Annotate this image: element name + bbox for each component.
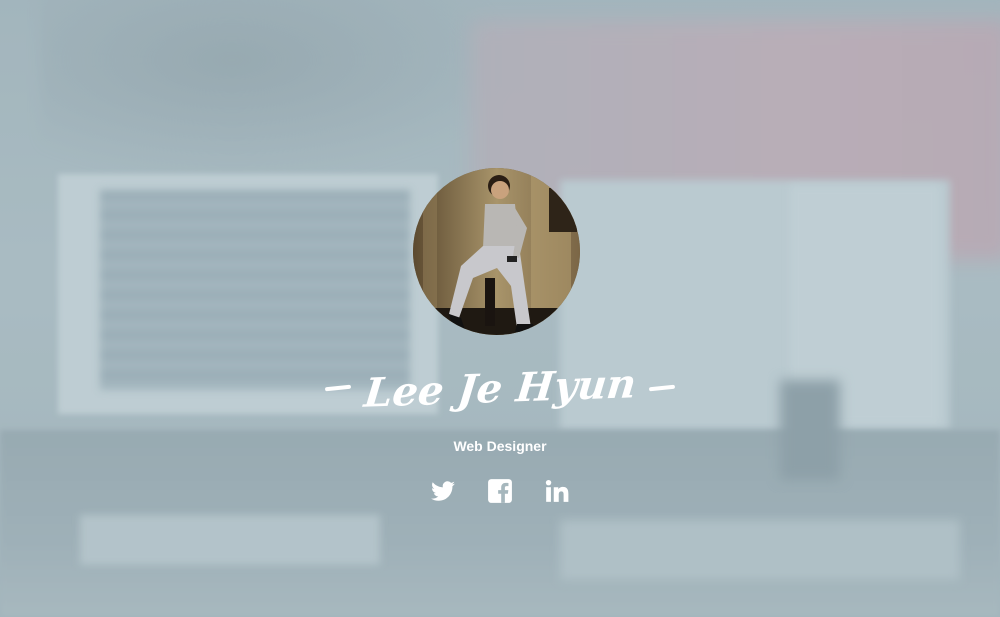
twitter-icon (431, 481, 455, 501)
facebook-link[interactable] (487, 478, 513, 504)
left-dash (324, 384, 351, 392)
right-dash (649, 384, 676, 392)
profile-name: Lee Je Hyun (361, 359, 639, 417)
hero-section: Lee Je Hyun Web Designer (0, 0, 1000, 617)
profile-role: Web Designer (453, 438, 547, 454)
facebook-icon (488, 479, 512, 503)
social-links (430, 477, 570, 505)
avatar (413, 168, 580, 335)
linkedin-link[interactable] (544, 478, 570, 504)
name-heading: Lee Je Hyun (300, 358, 700, 418)
avatar-photo (413, 168, 580, 335)
profile-content: Lee Je Hyun Web Designer (0, 0, 1000, 617)
linkedin-icon (545, 479, 569, 502)
twitter-link[interactable] (430, 478, 456, 504)
